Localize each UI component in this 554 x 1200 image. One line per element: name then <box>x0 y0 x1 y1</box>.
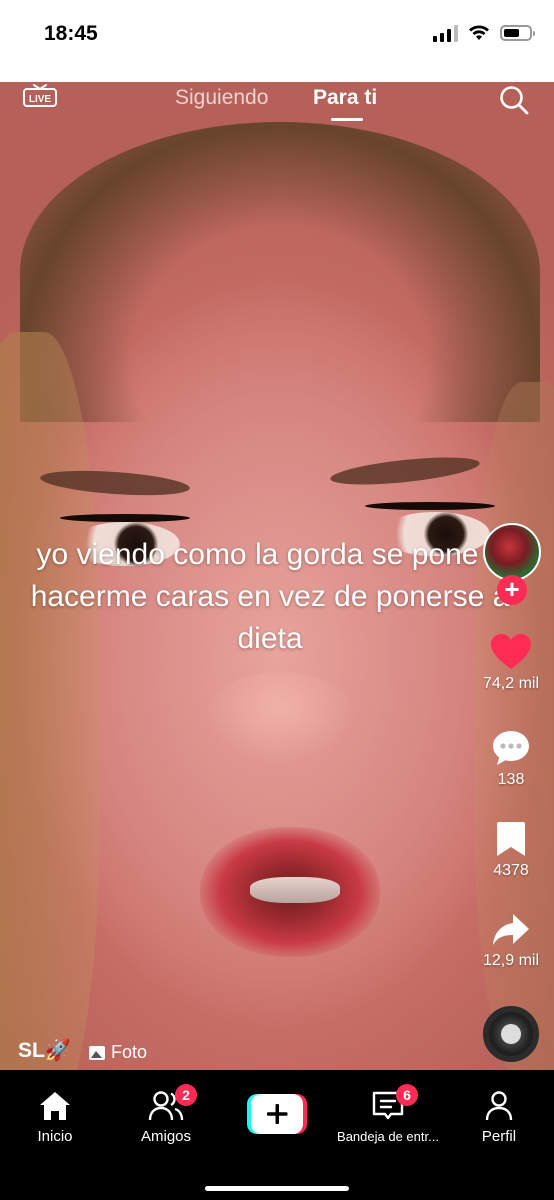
inbox-badge: 6 <box>396 1084 418 1106</box>
music-disc-cover <box>501 1024 521 1044</box>
bookmark-icon <box>497 822 525 856</box>
video-caption: yo viendo como la gorda se pone a hacerm… <box>30 538 510 655</box>
share-icon <box>493 914 529 945</box>
profile-icon <box>485 1091 513 1121</box>
nav-profile[interactable]: Perfil <box>444 1090 554 1145</box>
home-icon <box>40 1092 70 1120</box>
comment-icon <box>493 731 529 765</box>
share-count: 12,9 mil <box>482 952 540 969</box>
nav-home-label: Inicio <box>37 1128 73 1145</box>
nav-friends[interactable]: 2 Amigos <box>111 1084 221 1145</box>
tab-for-you[interactable]: Para ti <box>313 86 377 110</box>
share-button[interactable]: 12,9 mil <box>476 912 546 970</box>
heart-icon <box>491 634 531 669</box>
nav-inbox[interactable]: 6 Bandeja de entr... <box>333 1084 443 1145</box>
follow-button[interactable]: + <box>497 575 527 605</box>
media-type-label: Foto <box>111 1042 148 1062</box>
tab-active-indicator <box>331 118 363 121</box>
create-button[interactable] <box>247 1094 307 1134</box>
save-count: 4378 <box>493 862 529 879</box>
media-type-tag: Foto <box>89 1042 147 1063</box>
music-disc[interactable] <box>483 1006 539 1062</box>
friends-badge: 2 <box>175 1084 197 1106</box>
wifi-icon <box>469 25 489 40</box>
bottom-nav: Inicio 2 Amigos 6 Bandeja de entr... Per… <box>0 1070 554 1200</box>
like-button[interactable]: 74,2 mil <box>476 633 546 693</box>
battery-icon <box>500 25 535 41</box>
home-indicator <box>205 1186 349 1191</box>
nav-inbox-label: Bandeja de entr... <box>337 1129 439 1144</box>
status-time: 18:45 <box>44 22 98 45</box>
photo-hair <box>20 122 540 422</box>
save-button[interactable]: 4378 <box>476 820 546 880</box>
comment-button[interactable]: 138 <box>476 729 546 789</box>
tab-following[interactable]: Siguiendo <box>175 86 268 110</box>
status-bar: 18:45 <box>0 0 554 82</box>
creator-avatar[interactable] <box>483 523 541 581</box>
comment-count: 138 <box>497 771 525 788</box>
svg-text:LIVE: LIVE <box>29 94 52 105</box>
nav-profile-label: Perfil <box>481 1128 517 1145</box>
nav-home[interactable]: Inicio <box>0 1090 110 1145</box>
search-icon[interactable] <box>498 84 530 116</box>
nav-friends-label: Amigos <box>140 1128 192 1145</box>
live-icon[interactable]: LIVE <box>22 82 58 108</box>
author-name[interactable]: SL🚀 <box>18 1039 71 1063</box>
status-icons <box>433 24 535 42</box>
cellular-signal-icon <box>433 24 458 42</box>
photo-icon <box>89 1045 105 1060</box>
like-count: 74,2 mil <box>482 675 540 692</box>
